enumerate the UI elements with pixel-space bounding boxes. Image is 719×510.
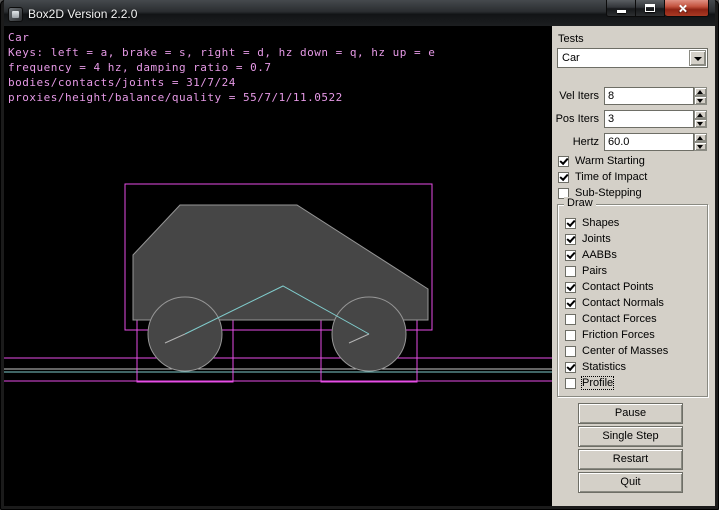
checkbox-joints[interactable]: Joints [565,232,611,246]
spinner-down-button[interactable] [694,119,707,128]
arrow-down-icon [697,122,703,126]
checkbox-label: Statistics [582,361,626,373]
checkbox-contact-forces[interactable]: Contact Forces [565,312,657,326]
checkbox-label: Contact Forces [582,313,657,325]
tests-dropdown-button[interactable] [689,50,706,66]
restart-button[interactable]: Restart [578,449,683,470]
pos-iters-label: Pos Iters [552,110,599,128]
checkbox-box [565,362,576,373]
app-window: Box2D Version 2.2.0 [0,0,719,510]
checkbox-box [565,234,576,245]
window-title: Box2D Version 2.2.0 [28,7,137,21]
pos-iters-row: Pos Iters 3 [552,110,715,128]
spinner-up-button[interactable] [694,133,707,142]
maximize-icon [645,4,655,12]
vel-iters-label: Vel Iters [552,87,599,105]
checkbox-label: Profile [582,377,613,389]
checkbox-contact-points[interactable]: Contact Points [565,280,654,294]
arrow-up-icon [697,90,703,94]
app-icon [8,7,23,22]
checkbox-label: Contact Normals [582,297,664,309]
debug-text-line: frequency = 4 hz, damping ratio = 0.7 [8,61,272,74]
checkbox-contact-normals[interactable]: Contact Normals [565,296,664,310]
checkbox-box [565,298,576,309]
draw-group-title: Draw [564,197,596,209]
checkbox-label: Friction Forces [582,329,655,341]
checkbox-label: Time of Impact [575,171,647,183]
checkbox-box [565,266,576,277]
minimize-button[interactable] [606,0,636,17]
pause-button[interactable]: Pause [578,403,683,424]
pos-iters-spinner [694,110,707,128]
debug-text-line: Car [8,31,29,44]
tests-dropdown[interactable]: Car [557,48,708,68]
arrow-up-icon [697,113,703,117]
debug-text-line: proxies/height/balance/quality = 55/7/1/… [8,91,343,104]
arrow-down-icon [697,145,703,149]
checkbox-warm-starting[interactable]: Warm Starting [558,154,645,168]
hertz-spinner [694,133,707,151]
spinner-down-button[interactable] [694,96,707,105]
checkbox-label: Contact Points [582,281,654,293]
checkbox-box [565,218,576,229]
control-panel: Tests Car Vel Iters 8 Pos Iters 3 [552,26,715,506]
checkbox-box [558,156,569,167]
chevron-down-icon [694,57,702,61]
hertz-input[interactable]: 60.0 [604,133,694,151]
checkbox-pairs[interactable]: Pairs [565,264,607,278]
tests-label: Tests [558,33,584,45]
checkbox-center-of-masses[interactable]: Center of Masses [565,344,668,358]
single-step-button[interactable]: Single Step [578,426,683,447]
checkbox-aabbs[interactable]: AABBs [565,248,617,262]
tests-dropdown-value: Car [558,49,707,67]
checkbox-box [565,314,576,325]
vel-iters-spinner [694,87,707,105]
debug-text-line: Keys: left = a, brake = s, right = d, hz… [8,46,435,59]
debug-text-line: bodies/contacts/joints = 31/7/24 [8,76,236,89]
close-button[interactable] [665,0,709,17]
checkbox-box [565,282,576,293]
vel-iters-row: Vel Iters 8 [552,87,715,105]
checkbox-shapes[interactable]: Shapes [565,216,619,230]
checkbox-box [558,172,569,183]
checkbox-label: AABBs [582,249,617,261]
checkbox-profile[interactable]: Profile [565,376,613,390]
checkbox-label: Joints [582,233,611,245]
checkbox-box [565,378,576,389]
checkbox-box [565,346,576,357]
maximize-button[interactable] [636,0,665,17]
checkbox-box [565,250,576,261]
pos-iters-input[interactable]: 3 [604,110,694,128]
checkbox-label: Shapes [582,217,619,229]
quit-button[interactable]: Quit [578,472,683,493]
checkbox-box [565,330,576,341]
arrow-up-icon [697,136,703,140]
spinner-up-button[interactable] [694,110,707,119]
simulation-viewport[interactable]: Car Keys: left = a, brake = s, right = d… [4,26,552,506]
minimize-icon [617,10,626,13]
hertz-label: Hertz [552,133,599,151]
checkbox-statistics[interactable]: Statistics [565,360,626,374]
draw-group: Draw Shapes Joints AABBs Pairs [557,204,708,397]
titlebar[interactable]: Box2D Version 2.2.0 [4,0,715,26]
window-controls [606,0,709,17]
spinner-up-button[interactable] [694,87,707,96]
checkbox-label: Pairs [582,265,607,277]
checkbox-friction-forces[interactable]: Friction Forces [565,328,655,342]
vel-iters-input[interactable]: 8 [604,87,694,105]
spinner-down-button[interactable] [694,142,707,151]
checkbox-label: Center of Masses [582,345,668,357]
hertz-row: Hertz 60.0 [552,133,715,151]
checkbox-time-of-impact[interactable]: Time of Impact [558,170,647,184]
arrow-down-icon [697,99,703,103]
checkbox-label: Warm Starting [575,155,645,167]
